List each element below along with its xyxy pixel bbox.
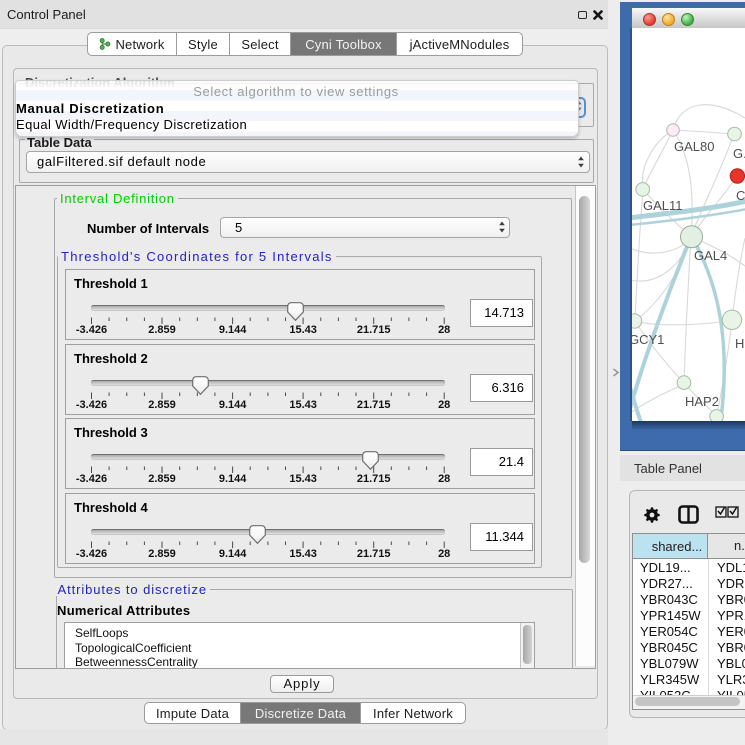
- svg-text:GCY1: GCY1: [632, 332, 664, 347]
- svg-text:GAL80: GAL80: [674, 139, 714, 154]
- svg-text:GAL11: GAL11: [643, 198, 683, 213]
- svg-text:H: H: [735, 336, 744, 351]
- svg-text:C: C: [736, 188, 745, 203]
- svg-text:G...: G...: [733, 146, 745, 161]
- svg-text:HAP2: HAP2: [685, 394, 719, 409]
- svg-text:GAL4: GAL4: [694, 248, 727, 263]
